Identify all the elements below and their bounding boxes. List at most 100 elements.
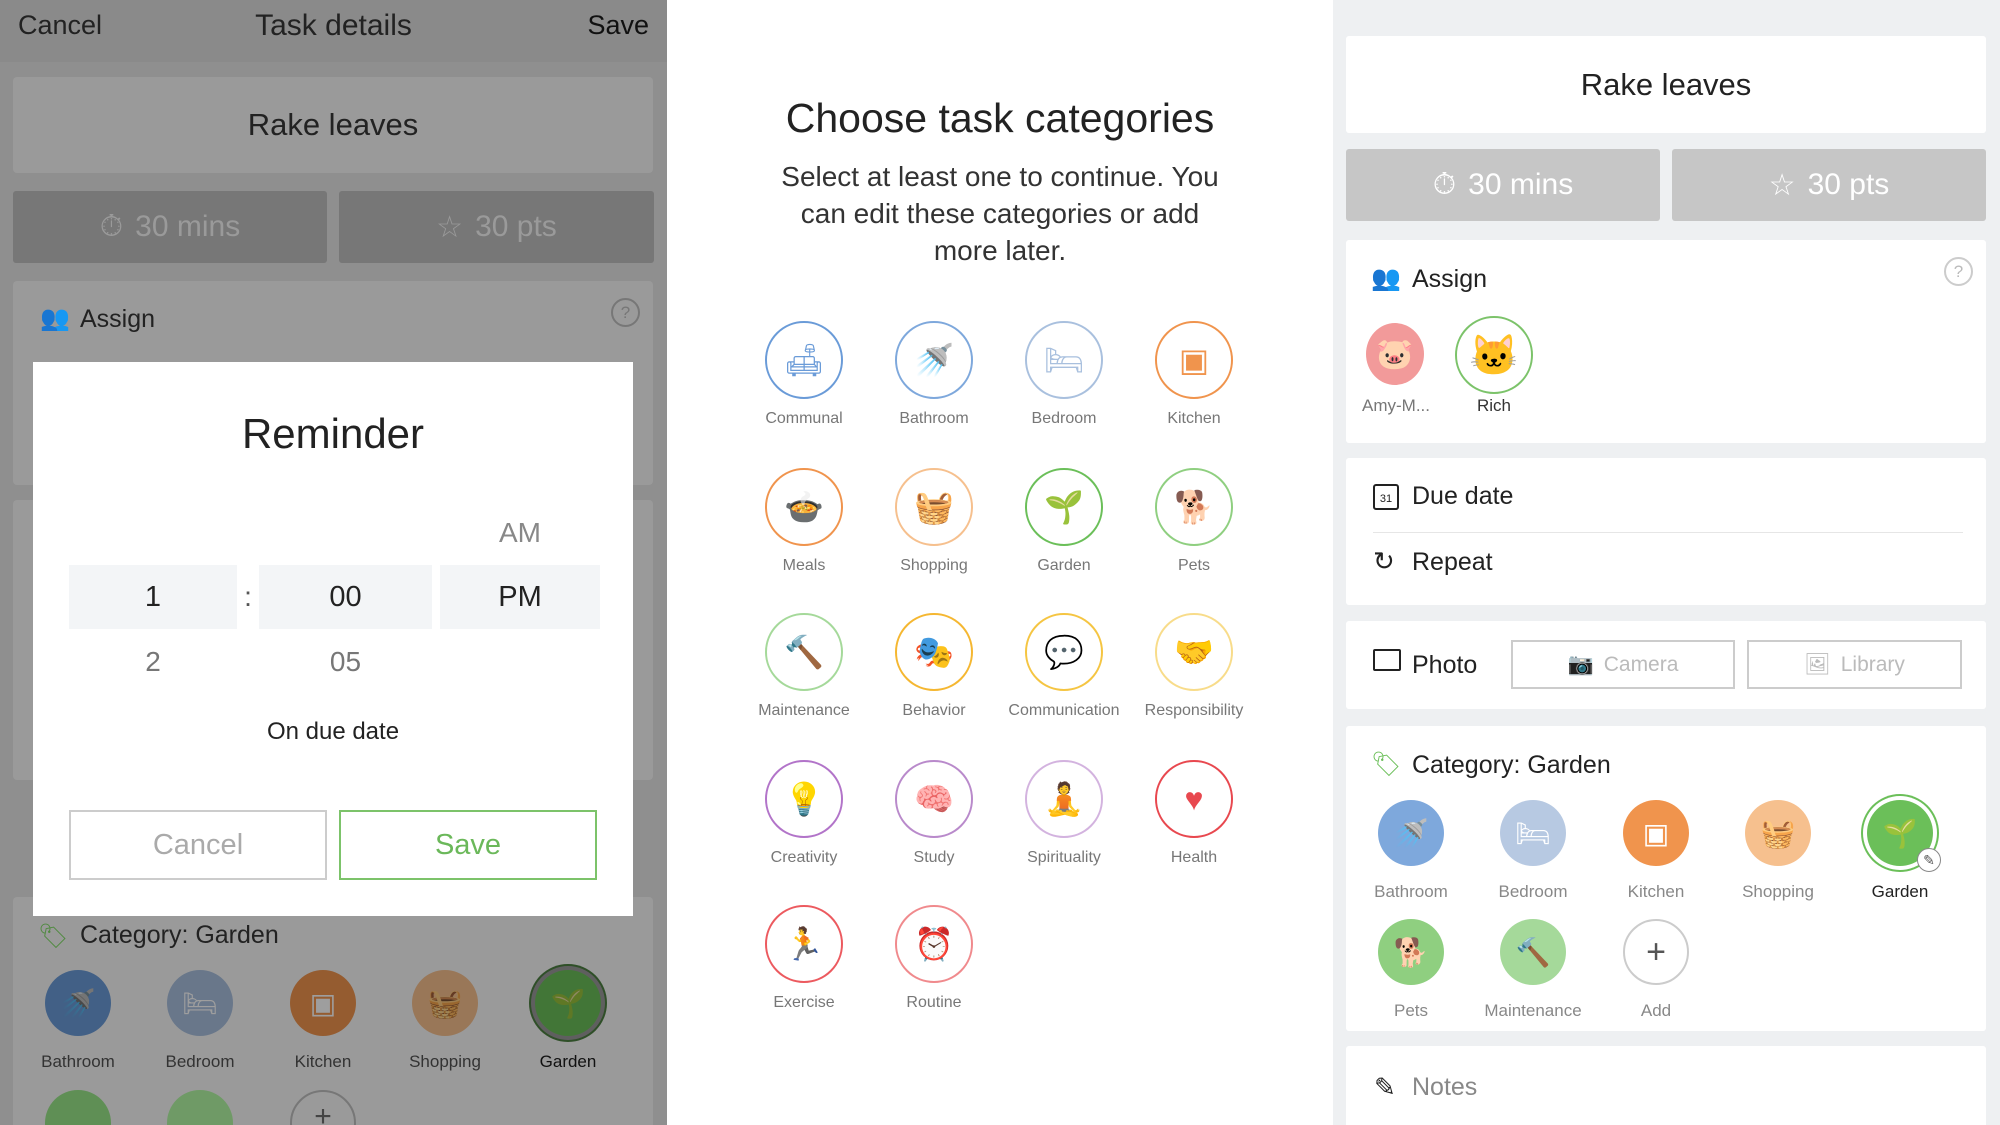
category-chip-pets[interactable]: 🐕 Pets: [1341, 915, 1481, 1025]
period-picker-selected[interactable]: PM: [440, 565, 600, 629]
brain-head-icon: 🧠: [895, 760, 973, 838]
cat-avatar-icon[interactable]: 🐱: [1455, 316, 1533, 394]
pig-avatar-icon[interactable]: 🐷: [1366, 323, 1424, 385]
library-button[interactable]: 🖼 Library: [1747, 640, 1962, 689]
category-label: Bedroom: [1031, 410, 1097, 427]
category-option-communication[interactable]: 💬 Communication: [994, 611, 1134, 726]
help-icon[interactable]: ?: [1944, 257, 1973, 286]
header-save-button[interactable]: Save: [587, 10, 649, 41]
category-option-kitchen[interactable]: ▣ Kitchen: [1124, 319, 1264, 434]
category-chip-garden[interactable]: 🌱 Garden: [498, 966, 638, 1076]
category-label: Shopping: [409, 1052, 481, 1071]
category-option-behavior[interactable]: 🎭 Behavior: [864, 611, 1004, 726]
reminder-cancel-button[interactable]: Cancel: [69, 810, 327, 880]
basket-icon: 🧺: [1745, 800, 1811, 866]
category-label: Bathroom: [899, 410, 969, 427]
shower-icon: 🚿: [1378, 800, 1444, 866]
reminder-save-button[interactable]: Save: [339, 810, 597, 880]
notes-field[interactable]: Notes: [1412, 1073, 1477, 1102]
oven-icon: ▣: [1155, 321, 1233, 399]
due-date-card: 31 Due date ↻ Repeat: [1346, 458, 1986, 605]
library-label: Library: [1840, 652, 1905, 676]
category-option-bedroom[interactable]: 🛏 Bedroom: [994, 319, 1134, 434]
speech-bubbles-icon: 💬: [1025, 613, 1103, 691]
category-chip-add[interactable]: + Add: [1586, 915, 1726, 1025]
category-option-meals[interactable]: 🍲 Meals: [734, 466, 874, 581]
category-label: Creativity: [770, 849, 838, 866]
category-option-health[interactable]: ♥ Health: [1124, 758, 1264, 873]
category-label: Garden: [539, 1052, 597, 1071]
category-chip-bedroom[interactable]: 🛏 Bedroom: [130, 966, 270, 1076]
plant-icon: 🌱: [1025, 468, 1103, 546]
notes-card[interactable]: ✎ Notes: [1346, 1046, 1986, 1125]
category-option-garden[interactable]: 🌱 Garden: [994, 466, 1134, 581]
category-option-routine[interactable]: ⏰ Routine: [864, 903, 1004, 1018]
camera-button[interactable]: 📷 Camera: [1511, 640, 1735, 689]
points-button[interactable]: ☆ 30 pts: [1672, 149, 1986, 221]
task-name-text: Rake leaves: [247, 107, 419, 142]
category-chip-garden[interactable]: 🌱 ✎ Garden: [1830, 796, 1970, 906]
category-option-shopping[interactable]: 🧺 Shopping: [864, 466, 1004, 581]
tag-icon: 🏷: [38, 923, 69, 950]
category-chip-bathroom[interactable]: 🚿 Bathroom: [8, 966, 148, 1076]
category-chip-bedroom[interactable]: 🛏 Bedroom: [1463, 796, 1603, 906]
category-label: Behavior: [902, 702, 966, 719]
star-icon: ☆: [436, 210, 464, 244]
category-chip-bathroom[interactable]: 🚿 Bathroom: [1341, 796, 1481, 906]
assign-label: Assign: [1412, 265, 1488, 293]
category-label: Maintenance: [758, 702, 850, 719]
category-chip-kitchen[interactable]: ▣ Kitchen: [253, 966, 393, 1076]
alarm-clock-icon: ⏰: [895, 905, 973, 983]
points-button[interactable]: ☆ 30 pts: [339, 191, 654, 263]
category-chip-kitchen[interactable]: ▣ Kitchen: [1586, 796, 1726, 906]
bed-icon: 🛏: [167, 970, 233, 1036]
category-option-responsibility[interactable]: 🤝 Responsibility: [1124, 611, 1264, 726]
category-label: Bathroom: [1374, 882, 1448, 901]
image-icon: [1373, 649, 1401, 671]
points-text: 30 pts: [475, 210, 557, 243]
basket-icon: 🧺: [895, 468, 973, 546]
runner-icon: 🏃: [765, 905, 843, 983]
duration-button[interactable]: ⏱ 30 mins: [1346, 149, 1660, 221]
category-option-communal[interactable]: 🛋 Communal: [734, 319, 874, 434]
assignee-name: Amy-M...: [1362, 396, 1430, 415]
repeat-row[interactable]: Repeat: [1412, 548, 1493, 577]
library-icon: 🖼: [1804, 652, 1831, 676]
category-option-maintenance[interactable]: 🔨 Maintenance: [734, 611, 874, 726]
page-title: Choose task categories: [785, 95, 1215, 141]
duration-button[interactable]: ⏱ 30 mins: [13, 191, 327, 263]
category-label: Garden: [1871, 882, 1929, 901]
hour-picker-selected[interactable]: 1: [69, 565, 237, 629]
category-chip-maintenance[interactable]: 🔨 Maintenance: [1463, 915, 1603, 1025]
duration-text: 30 mins: [1468, 168, 1574, 201]
task-name-field[interactable]: Rake leaves: [13, 77, 653, 173]
subtitle-line: can edit these categories or add: [800, 198, 1200, 229]
category-label: Kitchen: [1627, 882, 1685, 901]
task-name-field[interactable]: Rake leaves: [1346, 36, 1986, 133]
am-option[interactable]: AM: [440, 517, 600, 549]
assignee-name: Rich: [1476, 396, 1511, 415]
category-option-creativity[interactable]: 💡 Creativity: [734, 758, 874, 873]
category-option-exercise[interactable]: 🏃 Exercise: [734, 903, 874, 1018]
edit-pencil-icon[interactable]: ✎: [1917, 848, 1941, 872]
calendar-day: 31: [1379, 493, 1393, 505]
help-icon[interactable]: ?: [611, 298, 640, 327]
due-date-row[interactable]: Due date: [1412, 482, 1513, 511]
star-icon: ☆: [1768, 168, 1796, 202]
minute-picker-selected[interactable]: 00: [259, 565, 432, 629]
category-option-bathroom[interactable]: 🚿 Bathroom: [864, 319, 1004, 434]
plant-icon: 🌱: [535, 970, 601, 1036]
category-option-spirituality[interactable]: 🧘 Spirituality: [994, 758, 1134, 873]
category-option-pets[interactable]: 🐕 Pets: [1124, 466, 1264, 581]
people-icon: 👥: [1371, 265, 1401, 292]
category-option-study[interactable]: 🧠 Study: [864, 758, 1004, 873]
category-chip-shopping[interactable]: 🧺 Shopping: [1708, 796, 1848, 906]
oven-icon: ▣: [1623, 800, 1689, 866]
stopwatch-icon: ⏱: [1432, 168, 1457, 201]
category-label: Exercise: [773, 994, 835, 1011]
category-label: Responsibility: [1144, 702, 1244, 719]
category-label: Shopping: [900, 557, 968, 574]
hour-option[interactable]: 2: [69, 630, 237, 694]
category-chip-shopping[interactable]: 🧺 Shopping: [375, 966, 515, 1076]
minute-option[interactable]: 05: [259, 630, 432, 694]
